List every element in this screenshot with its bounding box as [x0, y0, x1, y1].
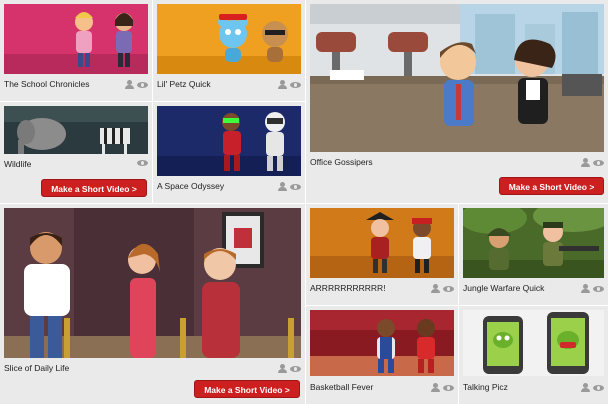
tile-stats	[431, 284, 454, 293]
eye-icon	[290, 183, 301, 190]
thumbnail-slice-of-daily-life[interactable]	[4, 208, 301, 358]
eye-icon	[137, 160, 148, 166]
person-icon	[278, 80, 287, 89]
tile-the-school-chronicles[interactable]: The School Chronicles	[0, 0, 152, 101]
tile-talking-picz[interactable]: Talking Picz	[459, 306, 608, 404]
eye-icon	[443, 384, 454, 391]
thumbnail-basketball-fever[interactable]	[310, 310, 454, 376]
tile-title[interactable]: ARRRRRRRRRRR!	[310, 283, 386, 293]
tile-title[interactable]: The School Chronicles	[4, 79, 90, 89]
tile-title[interactable]: Basketball Fever	[310, 382, 373, 392]
person-icon	[581, 284, 590, 293]
tile-title[interactable]: Lil' Petz Quick	[157, 79, 211, 89]
thumbnail-jungle-warfare-quick[interactable]	[463, 208, 604, 278]
tile-stats	[581, 284, 604, 293]
tile-wildlife[interactable]: Wildlife Make a Short Video >	[0, 102, 152, 203]
eye-icon	[593, 285, 604, 292]
tile-stats	[137, 160, 148, 166]
eye-icon	[593, 159, 604, 166]
thumbnail-talking-picz[interactable]	[463, 310, 604, 376]
person-icon	[278, 364, 287, 373]
person-icon	[278, 182, 287, 191]
person-icon	[581, 383, 590, 392]
person-icon	[431, 383, 440, 392]
thumbnail-wildlife[interactable]	[4, 106, 148, 154]
eye-icon	[443, 285, 454, 292]
tile-stats	[278, 364, 301, 373]
tile-title[interactable]: Wildlife	[4, 159, 31, 169]
eye-icon	[290, 81, 301, 88]
eye-icon	[593, 384, 604, 391]
thumbnail-arrrrrrrrrrr[interactable]	[310, 208, 454, 278]
make-short-video-button[interactable]: Make a Short Video >	[499, 177, 604, 195]
tile-arrrrrrrrrrr[interactable]: ARRRRRRRRRRR!	[306, 204, 458, 305]
tile-stats	[581, 158, 604, 167]
tile-office-gossipers[interactable]: Office Gossipers Make a Short Video >	[306, 0, 608, 203]
person-icon	[125, 80, 134, 89]
person-icon	[581, 158, 590, 167]
tile-title[interactable]: Talking Picz	[463, 382, 508, 392]
tile-lil-petz-quick[interactable]: Lil' Petz Quick	[153, 0, 305, 101]
thumbnail-a-space-odyssey[interactable]	[157, 106, 301, 176]
tile-stats	[431, 383, 454, 392]
tile-jungle-warfare-quick[interactable]: Jungle Warfare Quick	[459, 204, 608, 305]
thumbnail-office-gossipers[interactable]	[310, 4, 604, 152]
tile-stats	[278, 80, 301, 89]
thumbnail-the-school-chronicles[interactable]	[4, 4, 148, 74]
tile-stats	[581, 383, 604, 392]
tile-title[interactable]: Office Gossipers	[310, 157, 373, 167]
make-short-video-button[interactable]: Make a Short Video >	[194, 380, 300, 398]
tile-slice-of-daily-life[interactable]: Slice of Daily Life Make a Short Video >	[0, 204, 305, 404]
tile-stats	[125, 80, 148, 89]
eye-icon	[290, 365, 301, 372]
tile-stats	[278, 182, 301, 191]
make-short-video-button[interactable]: Make a Short Video >	[41, 179, 147, 197]
tile-title[interactable]: Jungle Warfare Quick	[463, 283, 544, 293]
tile-basketball-fever[interactable]: Basketball Fever	[306, 306, 458, 404]
thumbnail-lil-petz-quick[interactable]	[157, 4, 301, 74]
tile-a-space-odyssey[interactable]: A Space Odyssey	[153, 102, 305, 203]
tile-title[interactable]: A Space Odyssey	[157, 181, 224, 191]
eye-icon	[137, 81, 148, 88]
person-icon	[431, 284, 440, 293]
tile-title[interactable]: Slice of Daily Life	[4, 363, 69, 373]
